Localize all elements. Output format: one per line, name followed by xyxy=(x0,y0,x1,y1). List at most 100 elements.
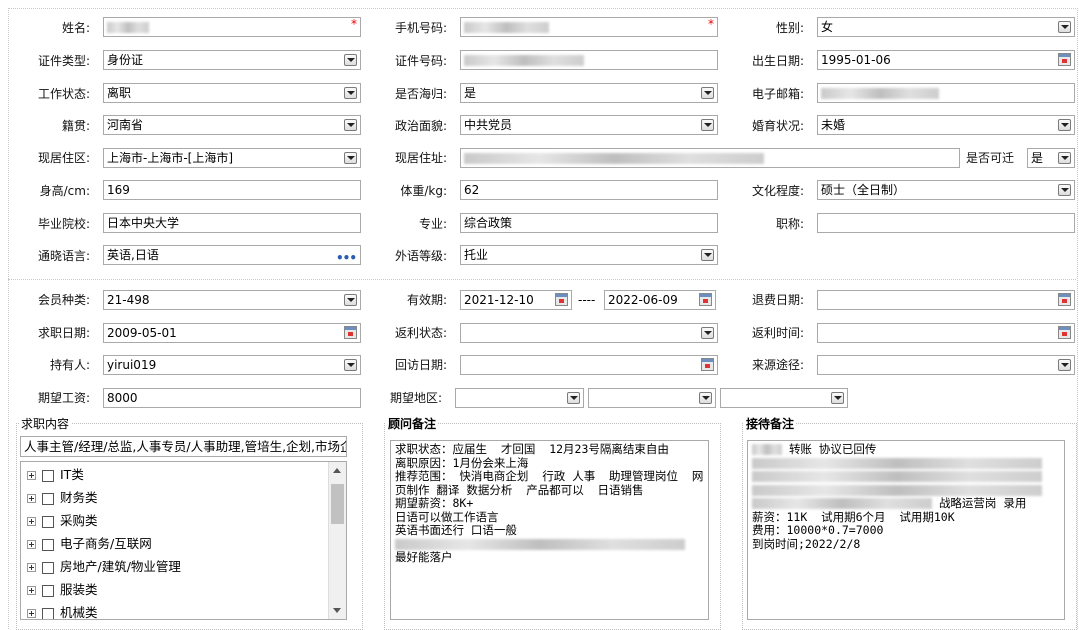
chevron-down-icon[interactable] xyxy=(699,392,712,404)
rebate-status-select[interactable] xyxy=(460,323,718,343)
chevron-down-icon[interactable] xyxy=(567,392,580,404)
salary-value: 8000 xyxy=(107,391,138,405)
title-field[interactable] xyxy=(817,213,1075,233)
calendar-icon[interactable] xyxy=(701,358,714,371)
email-label: 电子邮箱: xyxy=(751,87,804,101)
relocate-select[interactable]: 是 xyxy=(1027,148,1075,168)
checkbox[interactable] xyxy=(42,492,54,505)
tree-item-realestate[interactable]: 房地产/建筑/物业管理 xyxy=(27,557,181,577)
valid-from-field[interactable]: 2021-12-10 xyxy=(460,290,572,310)
chevron-down-icon[interactable] xyxy=(344,54,357,66)
address-field[interactable] xyxy=(460,148,960,168)
source-select[interactable] xyxy=(817,355,1075,375)
school-field[interactable]: 日本中央大学 xyxy=(103,213,361,233)
tree-item-ecommerce[interactable]: 电子商务/互联网 xyxy=(27,534,152,554)
ellipsis-icon[interactable]: ••• xyxy=(336,249,357,264)
checkbox[interactable] xyxy=(42,515,54,528)
region-city-select[interactable] xyxy=(588,388,716,408)
gender-select[interactable]: 女 xyxy=(817,17,1075,37)
calendar-icon[interactable] xyxy=(699,293,712,306)
tree-scrollbar[interactable] xyxy=(328,462,346,619)
holder-select[interactable]: yirui019 xyxy=(103,355,361,375)
calendar-icon[interactable] xyxy=(1058,53,1071,66)
tree-item-finance[interactable]: 财务类 xyxy=(27,488,98,508)
calendar-icon[interactable] xyxy=(1058,326,1071,339)
region-district-select[interactable] xyxy=(720,388,848,408)
tree-item-purchasing[interactable]: 采购类 xyxy=(27,511,98,531)
job-content-summary[interactable]: 人事主管/经理/总监,人事专员/人事助理,管培生,企划,市场企 xyxy=(20,436,347,457)
chevron-down-icon[interactable] xyxy=(1058,21,1071,33)
refund-date-field[interactable] xyxy=(817,290,1075,310)
native-select[interactable]: 河南省 xyxy=(103,115,361,135)
expand-icon[interactable] xyxy=(27,494,36,503)
chevron-down-icon[interactable] xyxy=(1058,359,1071,371)
expand-icon[interactable] xyxy=(27,540,36,549)
checkbox[interactable] xyxy=(42,584,54,597)
phone-redacted xyxy=(464,22,549,33)
reception-notes-textarea[interactable]: 转账 协议已回传 战略运营岗 录用 薪资：11K 试用期6个月 试用期10K 费… xyxy=(747,440,1065,620)
scroll-down-icon[interactable] xyxy=(333,608,341,613)
member-type-select[interactable]: 21-498 xyxy=(103,290,361,310)
lang-level-select[interactable]: 托业 xyxy=(460,245,718,265)
rebate-time-field[interactable] xyxy=(817,323,1075,343)
phone-field[interactable]: * xyxy=(460,17,718,37)
section-divider xyxy=(8,279,1076,280)
chevron-down-icon[interactable] xyxy=(701,327,714,339)
checkbox[interactable] xyxy=(42,561,54,574)
chevron-down-icon[interactable] xyxy=(701,249,714,261)
tree-item-label: 财务类 xyxy=(60,490,98,505)
chevron-down-icon[interactable] xyxy=(344,87,357,99)
gender-label: 性别: xyxy=(775,21,804,35)
work-status-value: 离职 xyxy=(107,86,132,100)
name-field[interactable]: * xyxy=(103,17,361,37)
id-no-field[interactable] xyxy=(460,50,718,70)
calendar-icon[interactable] xyxy=(344,326,357,339)
chevron-down-icon[interactable] xyxy=(1058,184,1071,196)
scroll-up-icon[interactable] xyxy=(333,468,341,473)
weight-field[interactable]: 62 xyxy=(460,180,718,200)
tree-item-machinery[interactable]: 机械类 xyxy=(27,603,98,619)
expand-icon[interactable] xyxy=(27,517,36,526)
tree-item-apparel[interactable]: 服装类 xyxy=(27,580,98,600)
id-type-select[interactable]: 身份证 xyxy=(103,50,361,70)
major-field[interactable]: 综合政策 xyxy=(460,213,718,233)
education-select[interactable]: 硕士（全日制） xyxy=(817,180,1075,200)
valid-to-field[interactable]: 2022-06-09 xyxy=(604,290,716,310)
tree-item-it[interactable]: IT类 xyxy=(27,465,84,485)
consultant-notes-textarea[interactable]: 求职状态：应届生 才回国 12月23号隔离结束自由 离职原因：1月份会来上海 推… xyxy=(390,440,709,620)
expand-icon[interactable] xyxy=(27,586,36,595)
visit-date-field[interactable] xyxy=(460,355,718,375)
email-field[interactable] xyxy=(817,83,1075,103)
chevron-down-icon[interactable] xyxy=(344,294,357,306)
residence-select[interactable]: 上海市-上海市-[上海市] xyxy=(103,148,361,168)
expand-icon[interactable] xyxy=(27,563,36,572)
region-province-select[interactable] xyxy=(455,388,584,408)
chevron-down-icon[interactable] xyxy=(344,359,357,371)
languages-field[interactable]: 英语,日语 ••• xyxy=(103,245,361,265)
scroll-thumb[interactable] xyxy=(331,484,344,524)
chevron-down-icon[interactable] xyxy=(344,119,357,131)
birth-date-field[interactable]: 1995-01-06 xyxy=(817,50,1075,70)
marital-select[interactable]: 未婚 xyxy=(817,115,1075,135)
checkbox[interactable] xyxy=(42,607,54,619)
checkbox[interactable] xyxy=(42,538,54,551)
chevron-down-icon[interactable] xyxy=(1058,152,1071,164)
chevron-down-icon[interactable] xyxy=(1058,119,1071,131)
job-date-field[interactable]: 2009-05-01 xyxy=(103,323,361,343)
chevron-down-icon[interactable] xyxy=(344,152,357,164)
job-category-tree[interactable]: IT类 财务类 采购类 电子商务/互联网 房地产/建筑/物业管理 服装类 机械类 xyxy=(20,461,347,620)
calendar-icon[interactable] xyxy=(1058,293,1071,306)
work-status-select[interactable]: 离职 xyxy=(103,83,361,103)
chevron-down-icon[interactable] xyxy=(701,119,714,131)
height-field[interactable]: 169 xyxy=(103,180,361,200)
expand-icon[interactable] xyxy=(27,609,36,618)
returnee-select[interactable]: 是 xyxy=(460,83,718,103)
calendar-icon[interactable] xyxy=(555,293,568,306)
political-select[interactable]: 中共党员 xyxy=(460,115,718,135)
expand-icon[interactable] xyxy=(27,471,36,480)
visit-date-label: 回访日期: xyxy=(394,358,447,372)
checkbox[interactable] xyxy=(42,469,54,482)
chevron-down-icon[interactable] xyxy=(701,87,714,99)
chevron-down-icon[interactable] xyxy=(831,392,844,404)
salary-field[interactable]: 8000 xyxy=(103,388,361,408)
